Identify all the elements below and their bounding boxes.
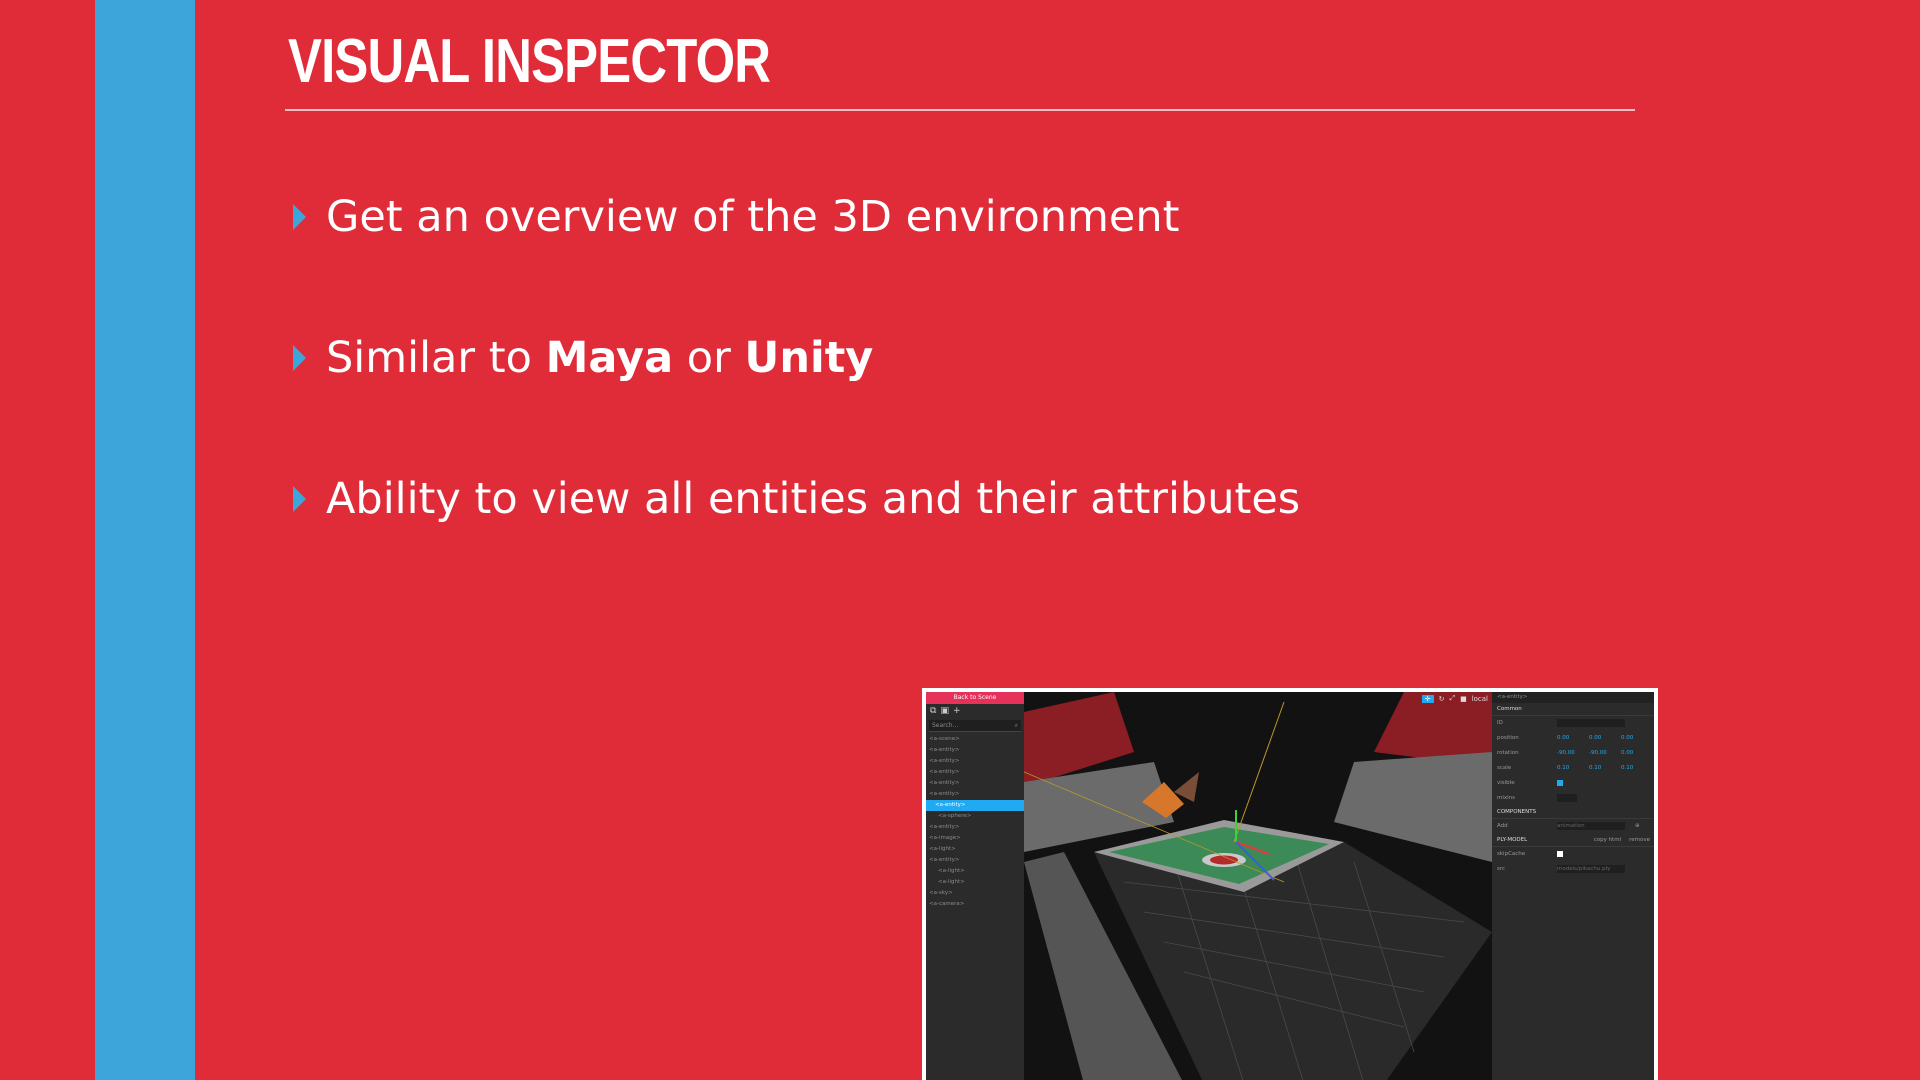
scene-graph-toolbar: ⧉ ▣ + — [926, 704, 1024, 718]
local-label: local — [1471, 694, 1488, 703]
tree-item-selected[interactable]: <a-entity> — [926, 800, 1024, 811]
tree-item[interactable]: <a-image> — [926, 833, 1024, 844]
attr-label: position — [1497, 735, 1519, 741]
add-entity-icon[interactable]: + — [953, 706, 961, 716]
attr-row-rotation: rotation -90.00 -90.00 0.00 — [1492, 746, 1654, 761]
rotation-z[interactable]: 0.00 — [1621, 746, 1643, 761]
id-input[interactable] — [1557, 719, 1625, 727]
tree-item[interactable]: <a-light> — [926, 844, 1024, 855]
section-ply-model-label: PLY-MODEL — [1497, 837, 1528, 843]
tree-item[interactable]: <a-entity> — [926, 745, 1024, 756]
attr-row-id: ID — [1492, 716, 1654, 731]
attr-label: scale — [1497, 765, 1512, 771]
src-input[interactable]: models/pikachu.ply — [1557, 865, 1625, 873]
attr-row-mixins: mixins — [1492, 791, 1654, 806]
attr-label: rotation — [1497, 750, 1519, 756]
rotation-y[interactable]: -90.00 — [1589, 746, 1611, 761]
3d-viewport[interactable]: ✛ ↻ ⤢ ■ local — [1024, 692, 1492, 1080]
bullet-1: Get an overview of the 3D environment — [293, 192, 1180, 242]
rotate-tool-icon[interactable]: ↻ — [1439, 695, 1445, 703]
search-field[interactable]: Search... ⌕ — [929, 720, 1021, 732]
bullet-arrow-icon — [293, 204, 306, 230]
local-checkbox[interactable]: ■ — [1460, 695, 1467, 703]
bullet-2-mid: or — [673, 333, 745, 383]
tree-item[interactable]: <a-entity> — [926, 789, 1024, 800]
tree-item[interactable]: <a-sky> — [926, 888, 1024, 899]
scale-y[interactable]: 0.10 — [1589, 761, 1611, 776]
add-component-select[interactable]: animation — [1557, 822, 1625, 830]
skipcache-checkbox[interactable] — [1557, 851, 1563, 857]
tree-item[interactable]: <a-light> — [926, 877, 1024, 888]
copy-html-button[interactable]: copy html — [1594, 834, 1621, 846]
bullet-3: Ability to view all entities and their a… — [293, 474, 1300, 524]
tree-item[interactable]: <a-camera> — [926, 899, 1024, 910]
title-divider — [285, 109, 1635, 111]
bullet-arrow-icon — [293, 345, 306, 371]
bullet-2-unity: Unity — [744, 333, 874, 383]
attr-label: skipCache — [1497, 851, 1526, 857]
translate-tool-icon[interactable]: ✛ — [1421, 694, 1434, 703]
remove-button[interactable]: remove — [1629, 834, 1650, 846]
position-z[interactable]: 0.00 — [1621, 731, 1643, 746]
arena-scene-illustration — [1024, 692, 1492, 1080]
add-label: Add — [1497, 823, 1508, 829]
attributes-panel: <a-entity> Common ID position 0.00 0.00 … — [1492, 692, 1654, 1080]
bullet-1-text: Get an overview of the 3D environment — [326, 192, 1180, 242]
bullet-3-text: Ability to view all entities and their a… — [326, 474, 1301, 524]
tree-item[interactable]: <a-entity> — [926, 767, 1024, 778]
sidebar-stripe — [95, 0, 195, 1080]
mixins-select[interactable] — [1557, 794, 1577, 802]
bullet-2: Similar to Maya or Unity — [293, 333, 873, 383]
visible-checkbox[interactable] — [1557, 780, 1563, 786]
attr-row-visible: visible — [1492, 776, 1654, 791]
bullet-2-maya: Maya — [545, 333, 674, 383]
attr-row-skipcache: skipCache — [1492, 847, 1654, 862]
slide-title: VISUAL INSPECTOR — [288, 27, 771, 96]
tree-item[interactable]: <a-scene> — [926, 734, 1024, 745]
position-x[interactable]: 0.00 — [1557, 731, 1579, 746]
inspector-screenshot: Back to Scene ⧉ ▣ + Search... ⌕ <a-scene… — [922, 688, 1658, 1080]
scale-z[interactable]: 0.10 — [1621, 761, 1643, 776]
tree-item[interactable]: <a-entity> — [926, 756, 1024, 767]
tree-item[interactable]: <a-light> — [926, 866, 1024, 877]
scale-tool-icon[interactable]: ⤢ — [1449, 694, 1455, 703]
tree-item[interactable]: <a-entity> — [926, 778, 1024, 789]
bullet-arrow-icon — [293, 486, 306, 512]
rotation-x[interactable]: -90.00 — [1557, 746, 1579, 761]
bullet-2-text: Similar to Maya or Unity — [326, 333, 873, 383]
tree-item[interactable]: <a-entity> — [926, 822, 1024, 833]
attr-row-src: src models/pikachu.ply — [1492, 862, 1654, 877]
section-common[interactable]: Common — [1492, 703, 1654, 716]
attr-row-position: position 0.00 0.00 0.00 — [1492, 731, 1654, 746]
save-icon[interactable]: ▣ — [940, 706, 949, 716]
scale-x[interactable]: 0.10 — [1557, 761, 1579, 776]
entity-header: <a-entity> — [1492, 692, 1654, 703]
search-placeholder: Search... — [932, 722, 959, 729]
tree-item[interactable]: <a-entity> — [926, 855, 1024, 866]
attr-label: mixins — [1497, 795, 1516, 801]
section-ply-model[interactable]: PLY-MODEL remove copy html — [1492, 834, 1654, 847]
attr-label: src — [1497, 866, 1506, 872]
attr-row-scale: scale 0.10 0.10 0.10 — [1492, 761, 1654, 776]
position-y[interactable]: 0.00 — [1589, 731, 1611, 746]
add-component-icon[interactable]: ⊕ — [1635, 819, 1640, 834]
tree-item[interactable]: <a-sphere> — [926, 811, 1024, 822]
back-to-scene-button[interactable]: Back to Scene — [926, 692, 1024, 704]
copy-icon[interactable]: ⧉ — [930, 706, 936, 716]
add-component-row: Add animation ⊕ — [1492, 819, 1654, 834]
attr-label: ID — [1497, 720, 1503, 726]
viewport-toolbar: ✛ ↻ ⤢ ■ local — [1421, 694, 1488, 703]
search-icon: ⌕ — [1014, 722, 1018, 729]
bullet-2-pre: Similar to — [326, 333, 546, 383]
attr-label: visible — [1497, 780, 1515, 786]
section-components[interactable]: COMPONENTS — [1492, 806, 1654, 819]
scene-graph-panel: Back to Scene ⧉ ▣ + Search... ⌕ <a-scene… — [926, 692, 1024, 1080]
